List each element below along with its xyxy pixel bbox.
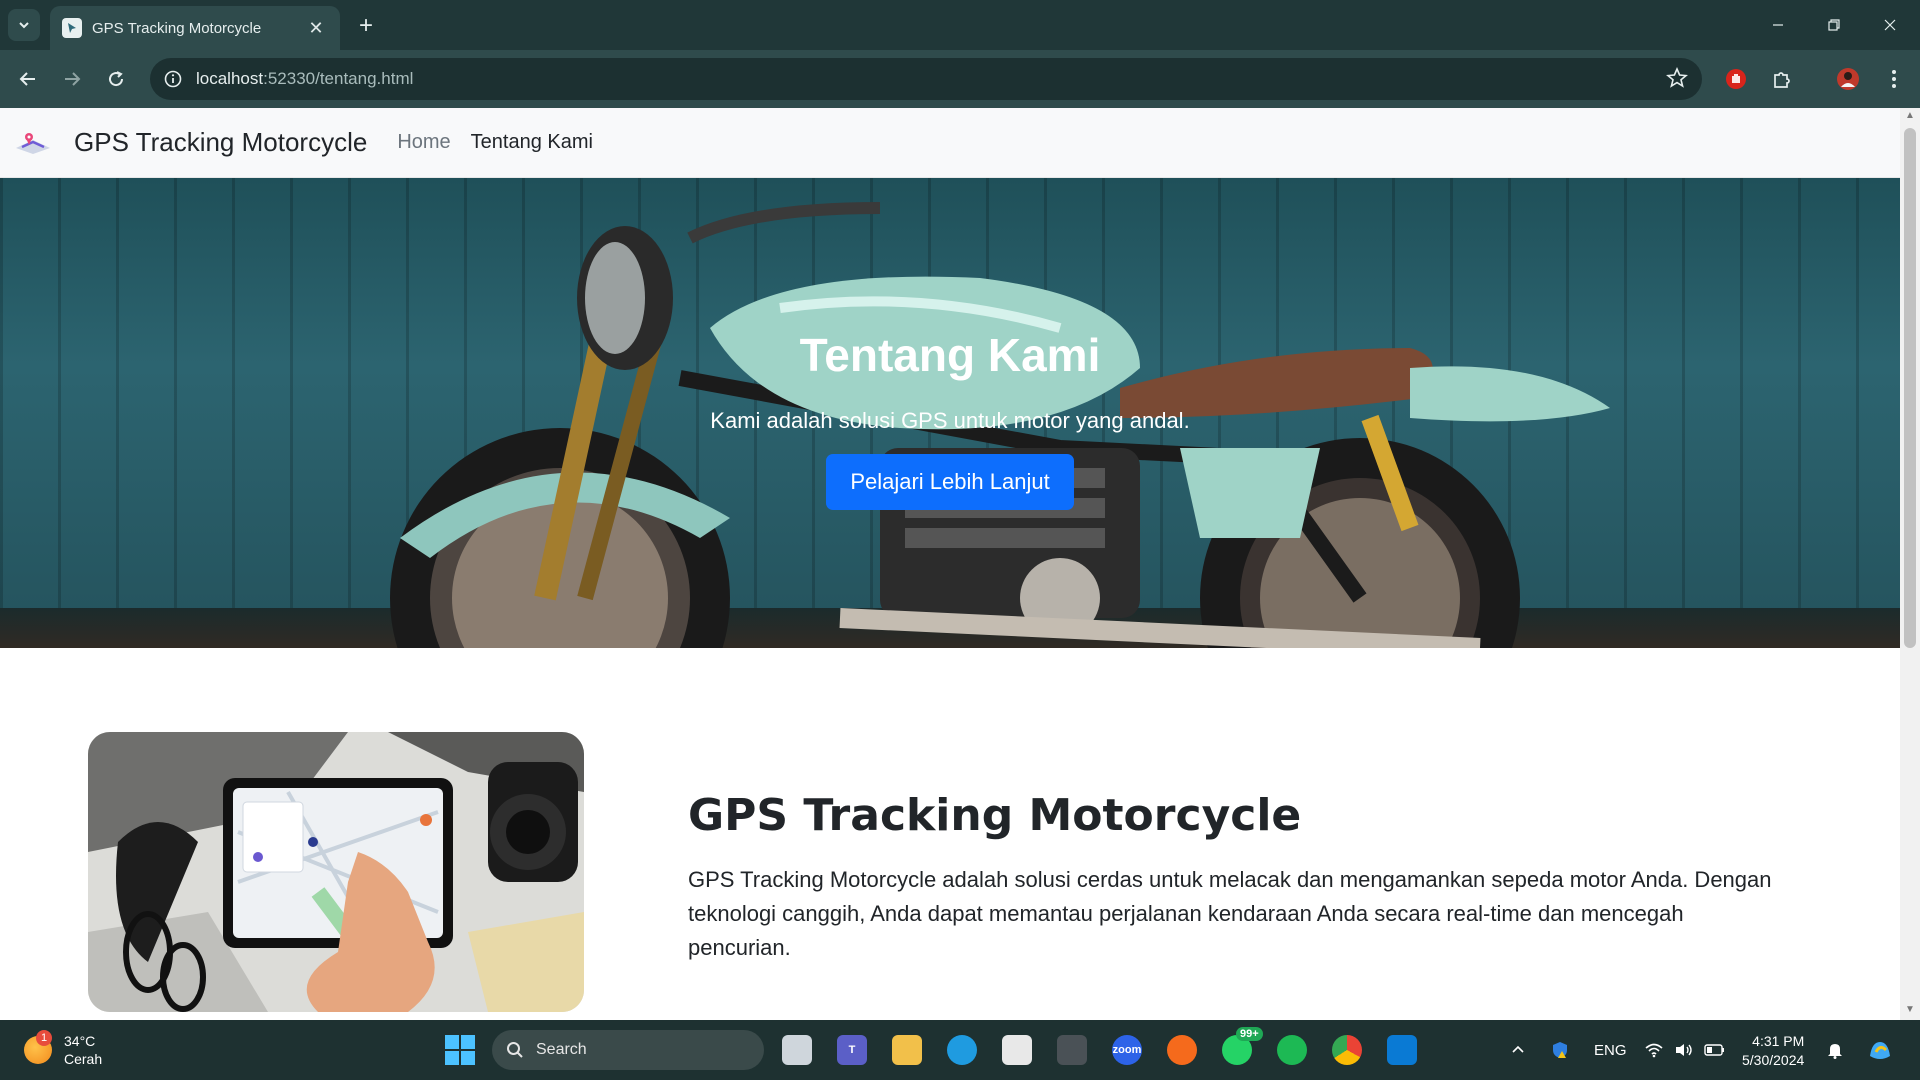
scrollbar-thumb[interactable] xyxy=(1904,128,1916,648)
clock-time: 4:31 PM xyxy=(1752,1033,1805,1049)
notification-bell-icon[interactable] xyxy=(1826,1020,1844,1080)
vscode-icon[interactable] xyxy=(1387,1035,1417,1065)
battery-icon[interactable] xyxy=(1704,1020,1726,1080)
extension-hand-icon[interactable] xyxy=(1720,63,1752,95)
brand-logo-icon xyxy=(16,132,50,154)
whatsapp-icon[interactable]: 99+ xyxy=(1222,1027,1263,1065)
weather-description: Cerah xyxy=(64,1051,103,1067)
profile-avatar[interactable] xyxy=(1832,63,1864,95)
weather-sun-icon: 1 xyxy=(24,1030,52,1064)
about-title: GPS Tracking Motorcycle xyxy=(688,790,1302,841)
close-tab-icon[interactable]: ✕ xyxy=(304,16,328,40)
file-explorer-icon[interactable] xyxy=(892,1035,922,1065)
site-favicon-icon xyxy=(62,18,82,38)
forward-icon[interactable] xyxy=(56,63,88,95)
minimize-icon[interactable] xyxy=(1750,0,1806,50)
show-hidden-icons[interactable] xyxy=(1510,1020,1526,1080)
weather-temperature: 34°C xyxy=(64,1033,96,1049)
edge-icon[interactable] xyxy=(947,1035,977,1065)
learn-more-button[interactable]: Pelajari Lebih Lanjut xyxy=(826,454,1074,510)
teams-icon[interactable]: T xyxy=(837,1035,867,1065)
spotify-icon[interactable] xyxy=(1277,1035,1307,1065)
copilot-icon[interactable] xyxy=(1866,1020,1894,1080)
volume-icon[interactable] xyxy=(1674,1020,1694,1080)
bookmark-star-icon[interactable] xyxy=(1666,67,1688,89)
new-tab-button[interactable]: + xyxy=(352,12,380,40)
about-description: GPS Tracking Motorcycle adalah solusi ce… xyxy=(688,867,1772,960)
hero-banner: Tentang Kami Kami adalah solusi GPS untu… xyxy=(0,178,1900,648)
gps-tablet-image xyxy=(88,732,584,1012)
page-viewport: GPS Tracking Motorcycle Home Tentang Kam… xyxy=(0,108,1900,1020)
browser-tab-bar: GPS Tracking Motorcycle ✕ + xyxy=(0,0,1920,50)
app-cube-icon[interactable] xyxy=(1057,1035,1087,1065)
browser-toolbar: localhost:52330/tentang.html xyxy=(0,50,1920,108)
windows-taskbar: 1 34°C Cerah Search T zoom 99+ ENG 4:31 … xyxy=(0,1020,1920,1080)
extensions-puzzle-icon[interactable] xyxy=(1766,63,1798,95)
tab-search-button[interactable] xyxy=(8,9,40,41)
restore-icon[interactable] xyxy=(1806,0,1862,50)
site-info-icon[interactable] xyxy=(164,70,182,88)
reload-icon[interactable] xyxy=(100,63,132,95)
weather-badge: 1 xyxy=(36,1030,52,1046)
zoom-icon[interactable]: zoom xyxy=(1112,1035,1142,1065)
chrome-icon[interactable] xyxy=(1332,1035,1362,1065)
language-indicator[interactable]: ENG xyxy=(1594,1020,1627,1080)
weather-widget[interactable]: 1 34°C Cerah xyxy=(24,1030,103,1068)
hero-subtitle: Kami adalah solusi GPS untuk motor yang … xyxy=(710,408,1190,433)
site-navbar: GPS Tracking Motorcycle Home Tentang Kam… xyxy=(0,108,1900,178)
hero-content: Tentang Kami Kami adalah solusi GPS untu… xyxy=(0,328,1900,510)
menu-dots-icon[interactable] xyxy=(1878,63,1910,95)
nav-link-tentang-kami[interactable]: Tentang Kami xyxy=(471,131,593,154)
brand-title: GPS Tracking Motorcycle xyxy=(74,127,368,157)
back-icon[interactable] xyxy=(12,63,44,95)
tablet-map-illustration xyxy=(88,732,584,1012)
taskbar-search[interactable]: Search xyxy=(492,1030,764,1070)
scroll-down-icon[interactable]: ▼ xyxy=(1904,1004,1916,1016)
microsoft-store-icon[interactable] xyxy=(1002,1035,1032,1065)
task-view-icon[interactable] xyxy=(782,1035,812,1065)
page-scrollbar[interactable]: ▲ ▼ xyxy=(1900,108,1920,1020)
chevron-down-icon xyxy=(19,22,29,29)
address-bar[interactable]: localhost:52330/tentang.html xyxy=(150,58,1702,100)
firefox-icon[interactable] xyxy=(1167,1035,1197,1065)
windows-start-icon[interactable] xyxy=(445,1035,475,1065)
security-shield-icon[interactable] xyxy=(1550,1020,1570,1080)
about-section: GPS Tracking Motorcycle GPS Tracking Mot… xyxy=(688,790,1788,965)
close-window-icon[interactable] xyxy=(1862,0,1918,50)
whatsapp-badge: 99+ xyxy=(1236,1027,1263,1041)
url-text[interactable]: localhost:52330/tentang.html xyxy=(196,69,413,89)
clock-date: 5/30/2024 xyxy=(1742,1052,1805,1068)
hero-title: Tentang Kami xyxy=(799,329,1101,381)
system-clock[interactable]: 4:31 PM 5/30/2024 xyxy=(1742,1032,1804,1070)
wifi-icon[interactable] xyxy=(1644,1020,1664,1080)
search-label: Search xyxy=(536,1041,587,1058)
search-icon xyxy=(507,1042,523,1058)
chevron-up-icon xyxy=(1512,1045,1524,1053)
tab-title: GPS Tracking Motorcycle xyxy=(92,19,262,37)
browser-tab-active[interactable]: GPS Tracking Motorcycle ✕ xyxy=(50,6,340,50)
scroll-up-icon[interactable]: ▲ xyxy=(1904,110,1916,122)
nav-link-home[interactable]: Home xyxy=(397,131,450,154)
brand-link[interactable]: GPS Tracking Motorcycle xyxy=(14,127,367,158)
